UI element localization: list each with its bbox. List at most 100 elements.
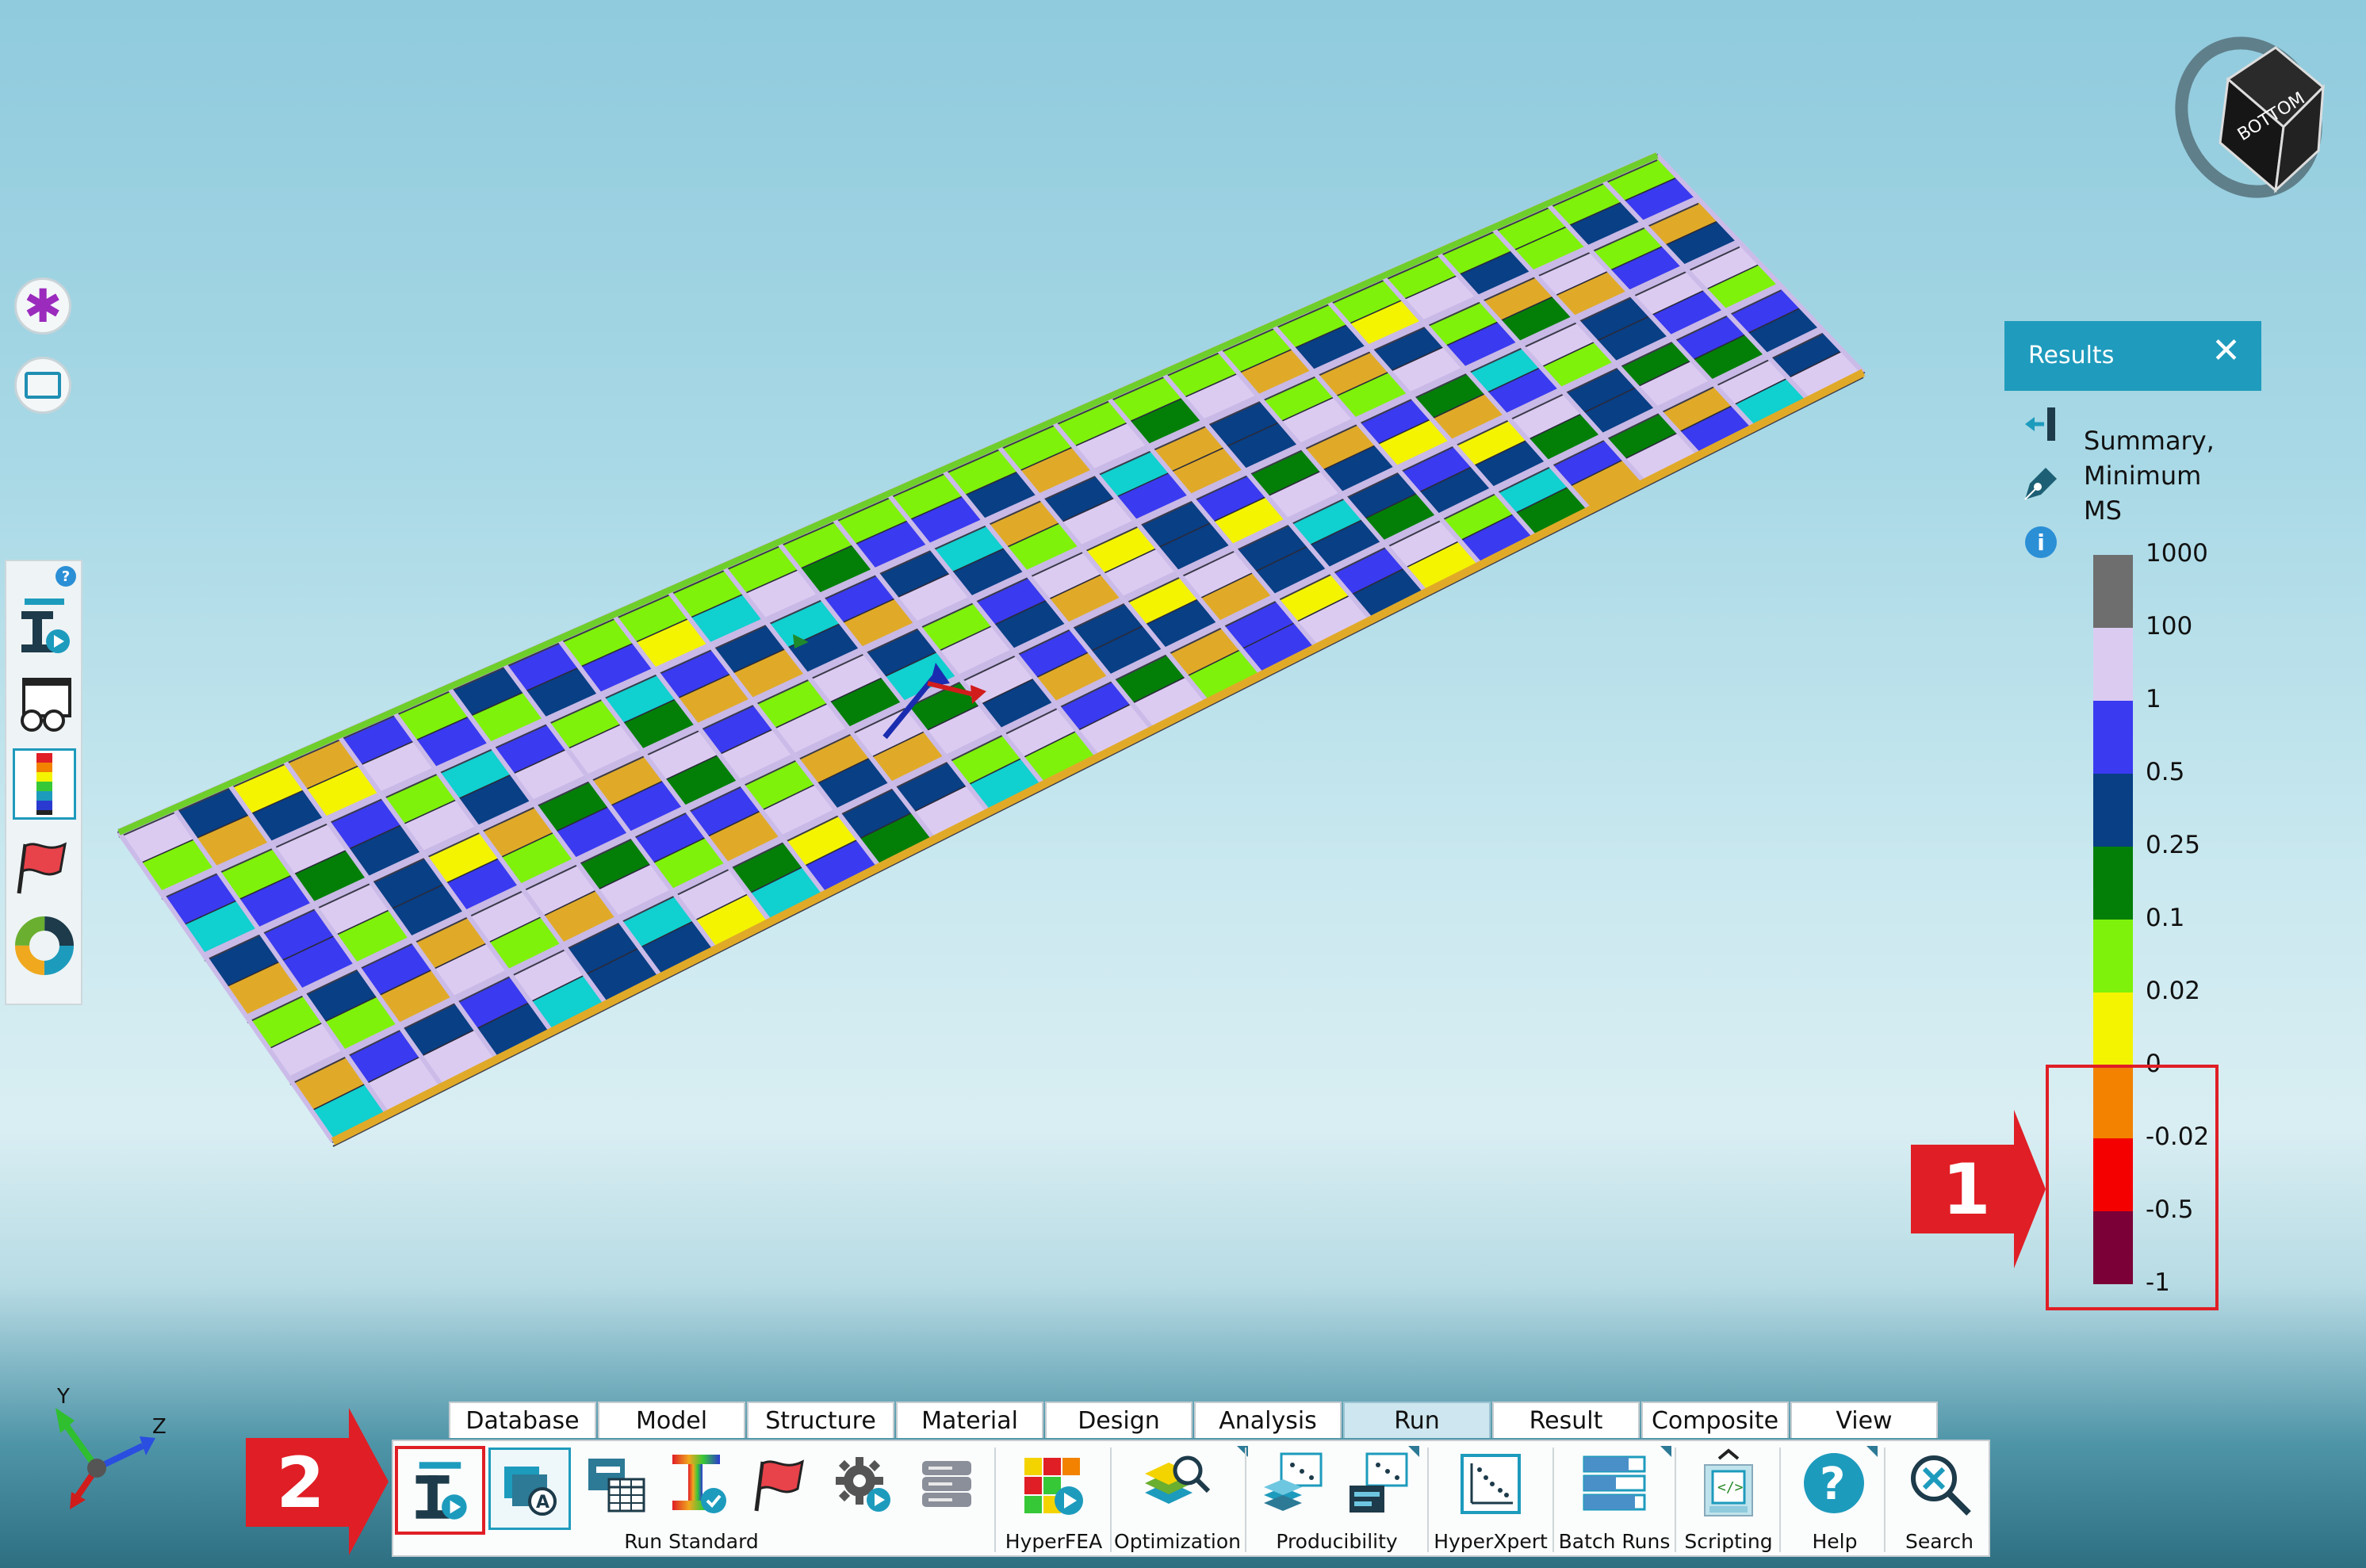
run-standard-button[interactable] (395, 1446, 485, 1535)
legend-color-band (2093, 992, 2133, 1065)
left-review-button[interactable] (13, 669, 76, 740)
tab-view[interactable]: View (1790, 1402, 1938, 1438)
dropdown-corner-icon (1866, 1446, 1878, 1457)
legend-tick-label: 1000 (2146, 539, 2208, 568)
group-label-optimization: Optimization (1114, 1530, 1241, 1553)
legend-color-band (2093, 701, 2133, 774)
separator (1110, 1448, 1112, 1552)
results-panel-title: Results (2028, 342, 2115, 369)
run-analysis-icon (21, 599, 70, 653)
results-description: Summary, Minimum MS (2084, 423, 2274, 528)
callout-badge-1: 1 (1911, 1145, 2022, 1233)
search-icon (1911, 1455, 1971, 1516)
collapse-panel-icon[interactable] (2023, 406, 2060, 442)
group-label-help: Help (1812, 1530, 1858, 1553)
producibility-layers-icon (1264, 1452, 1323, 1511)
tab-database[interactable]: Database (449, 1402, 596, 1438)
left-contour-button[interactable] (13, 748, 76, 820)
wing-spar-edge (247, 289, 1782, 1023)
rectangle-select-button[interactable] (14, 357, 71, 414)
tab-analysis[interactable]: Analysis (1194, 1402, 1342, 1438)
triad-z-label: Z (152, 1415, 167, 1439)
gear-play-icon (836, 1457, 890, 1512)
callout-arrow-2 (349, 1408, 389, 1555)
run-settings-button[interactable] (825, 1448, 904, 1520)
global-axis-triad (56, 1408, 155, 1509)
tab-material[interactable]: Material (896, 1402, 1043, 1438)
legend-tick-label: 0.5 (2146, 758, 2185, 786)
pen-icon[interactable] (2019, 463, 2062, 506)
callout-badge-2: 2 (246, 1438, 355, 1527)
donut-chart-icon (15, 916, 74, 975)
batch-runs-button[interactable] (1559, 1448, 1670, 1520)
hyperfea-button[interactable] (1002, 1448, 1105, 1520)
legend-color-band (2093, 847, 2133, 920)
help-button[interactable]: ? (1786, 1448, 1884, 1520)
separator (1675, 1448, 1676, 1552)
group-label-run-standard: Run Standard (624, 1530, 759, 1553)
producibility-button-1[interactable] (1253, 1448, 1335, 1520)
triad-y-label: Y (56, 1385, 70, 1409)
tab-structure[interactable]: Structure (747, 1402, 894, 1438)
auto-run-icon: A (504, 1467, 557, 1516)
color-legend-icon (36, 753, 52, 815)
wing-model-viewport[interactable]: BOTTOM Y Z (0, 0, 2366, 1568)
svg-text:A: A (536, 1493, 549, 1513)
asterisk-icon: ✱ (23, 279, 63, 333)
scripting-button[interactable]: </> (1681, 1448, 1776, 1520)
hyperfea-icon (1024, 1458, 1083, 1515)
svg-text:?: ? (1820, 1459, 1845, 1510)
results-description-line: Summary, (2084, 426, 2215, 456)
callout-arrow-1 (2014, 1110, 2046, 1268)
separator (994, 1448, 996, 1552)
run-server-button[interactable] (907, 1448, 986, 1520)
tab-composite[interactable]: Composite (1641, 1402, 1789, 1438)
optimization-button[interactable] (1116, 1448, 1235, 1520)
rectangle-icon (25, 372, 61, 399)
legend-tick-label: 0.02 (2146, 977, 2201, 1005)
optimization-icon (1145, 1455, 1211, 1504)
glasses-screen-icon (21, 678, 71, 732)
toolbar-help-icon[interactable]: ? (56, 566, 76, 587)
run-analysis-icon (415, 1462, 467, 1520)
legend-tick-label: 0.25 (2146, 831, 2201, 859)
group-label-scripting: Scripting (1684, 1530, 1773, 1553)
legend-callout-highlight (2046, 1065, 2219, 1310)
left-flag-button[interactable] (13, 831, 76, 902)
tab-design[interactable]: Design (1045, 1402, 1193, 1438)
tab-result[interactable]: Result (1492, 1402, 1640, 1438)
run-auto-button[interactable]: A (488, 1448, 571, 1530)
legend-tick-label: 100 (2146, 612, 2193, 641)
info-icon[interactable]: i (2025, 526, 2057, 558)
batch-runs-icon (1583, 1455, 1646, 1511)
asterisk-button[interactable]: ✱ (14, 277, 71, 335)
results-close-icon[interactable]: ✕ (2211, 331, 2241, 371)
group-label-hyperfea: HyperFEA (1005, 1530, 1103, 1553)
search-button[interactable] (1890, 1448, 1989, 1520)
run-table-button[interactable] (577, 1448, 657, 1520)
run-flag-button[interactable] (742, 1448, 821, 1520)
results-panel-header: Results ✕ (2004, 321, 2261, 391)
separator (1245, 1448, 1246, 1552)
ribbon-run-panel: A Run Standard HyperFEA Optimization Pro… (392, 1440, 1990, 1557)
left-ring-button[interactable] (13, 910, 76, 981)
legend-color-band (2093, 774, 2133, 847)
flag-icon (17, 842, 67, 894)
producibility-button-2[interactable] (1338, 1448, 1421, 1520)
view-cube[interactable]: BOTTOM (2157, 21, 2340, 213)
hyperxpert-button[interactable] (1434, 1448, 1548, 1520)
tab-model[interactable]: Model (598, 1402, 745, 1438)
check-run-icon (672, 1455, 726, 1513)
run-check-button[interactable] (660, 1448, 739, 1520)
server-icon (922, 1461, 971, 1507)
svg-text:</>: </> (1717, 1479, 1744, 1496)
results-description-line: Minimum (2084, 461, 2202, 491)
dropdown-corner-icon (1660, 1446, 1671, 1457)
wing-spar-edge (204, 246, 1740, 962)
table-run-icon (588, 1459, 645, 1513)
left-run-button[interactable] (13, 590, 76, 661)
left-toolbar: ? (5, 560, 82, 1005)
tab-run[interactable]: Run (1343, 1402, 1491, 1438)
legend-color-band (2093, 628, 2133, 701)
producibility-chart-icon (1350, 1452, 1408, 1513)
